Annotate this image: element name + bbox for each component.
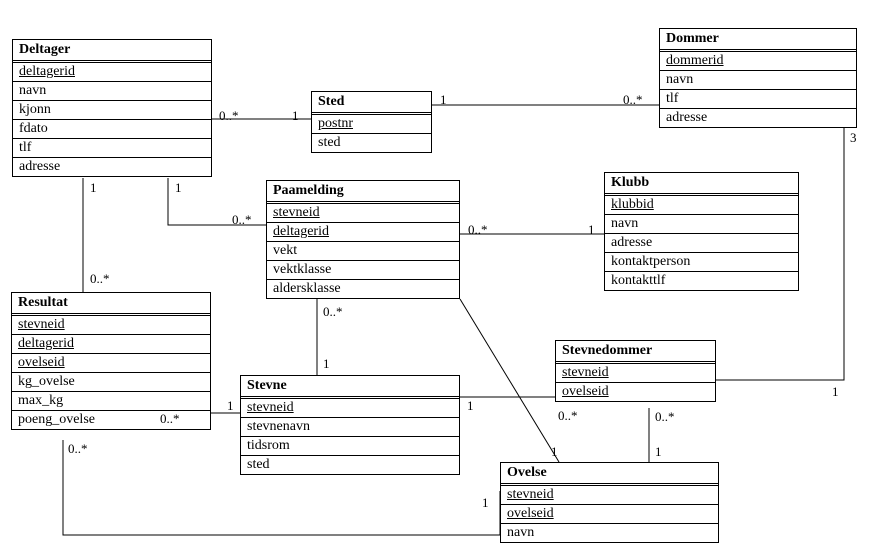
attr-row: sted [241, 455, 459, 474]
attr-row: kg_ovelse [12, 372, 210, 391]
attr-row: tlf [13, 138, 211, 157]
entity-sted: Sted postnr sted [311, 91, 432, 153]
entity-stevne: Stevne stevneid stevnenavn tidsrom sted [240, 375, 460, 475]
attr-row: adresse [13, 157, 211, 176]
attr-row: kjonn [13, 100, 211, 119]
attr-row: fdato [13, 119, 211, 138]
entity-title: Paamelding [267, 181, 459, 204]
attr-row: tidsrom [241, 436, 459, 455]
mult-label: 1 [323, 356, 330, 372]
mult-label: 0..* [90, 271, 110, 287]
entity-title: Ovelse [501, 463, 718, 486]
attr-row: kontakttlf [605, 271, 798, 290]
attr-row: adresse [660, 108, 856, 127]
attr-row: navn [13, 81, 211, 100]
mult-label: 1 [227, 398, 234, 414]
attr-row: max_kg [12, 391, 210, 410]
mult-label: 0..* [655, 409, 675, 425]
mult-label: 0..* [558, 408, 578, 424]
attr-row: ovelseid [556, 382, 715, 401]
er-diagram: { "entities": { "deltager": { "title": "… [0, 0, 881, 545]
mult-label: 0..* [468, 222, 488, 238]
attr-row: kontaktperson [605, 252, 798, 271]
entity-title: Stevne [241, 376, 459, 399]
attr-row: vektklasse [267, 260, 459, 279]
attr-row: navn [501, 523, 718, 542]
mult-label: 0..* [323, 304, 343, 320]
attr-row: deltagerid [13, 63, 211, 81]
mult-label: 1 [551, 444, 558, 460]
attr-row: deltagerid [12, 334, 210, 353]
attr-row: navn [660, 70, 856, 89]
mult-label: 1 [482, 495, 489, 511]
attr-row: postnr [312, 115, 431, 133]
entity-title: Resultat [12, 293, 210, 316]
attr-row: dommerid [660, 52, 856, 70]
attr-row: stevneid [501, 486, 718, 504]
attr-row: stevneid [12, 316, 210, 334]
attr-row: stevnenavn [241, 417, 459, 436]
attr-row: poeng_ovelse [12, 410, 210, 429]
entity-title: Sted [312, 92, 431, 115]
entity-title: Dommer [660, 29, 856, 52]
mult-label: 0..* [623, 92, 643, 108]
mult-label: 1 [440, 92, 447, 108]
attr-row: vekt [267, 241, 459, 260]
mult-label: 1 [90, 180, 97, 196]
mult-label: 1 [175, 180, 182, 196]
mult-label: 1 [588, 222, 595, 238]
mult-label: 3 [850, 130, 857, 146]
attr-row: adresse [605, 233, 798, 252]
attr-row: tlf [660, 89, 856, 108]
attr-row: ovelseid [501, 504, 718, 523]
attr-row: klubbid [605, 196, 798, 214]
mult-label: 0..* [219, 108, 239, 124]
entity-title: Stevnedommer [556, 341, 715, 364]
attr-row: navn [605, 214, 798, 233]
attr-row: aldersklasse [267, 279, 459, 298]
attr-row: stevneid [556, 364, 715, 382]
mult-label: 1 [655, 444, 662, 460]
mult-label: 0..* [232, 212, 252, 228]
mult-label: 1 [467, 398, 474, 414]
entity-stevnedommer: Stevnedommer stevneid ovelseid [555, 340, 716, 402]
entity-paamelding: Paamelding stevneid deltagerid vekt vekt… [266, 180, 460, 299]
mult-label: 1 [292, 108, 299, 124]
entity-title: Klubb [605, 173, 798, 196]
attr-row: sted [312, 133, 431, 152]
mult-label: 0..* [160, 411, 180, 427]
entity-deltager: Deltager deltagerid navn kjonn fdato tlf… [12, 39, 212, 177]
entity-klubb: Klubb klubbid navn adresse kontaktperson… [604, 172, 799, 291]
attr-row: stevneid [241, 399, 459, 417]
attr-row: ovelseid [12, 353, 210, 372]
mult-label: 0..* [68, 441, 88, 457]
attr-row: deltagerid [267, 222, 459, 241]
mult-label: 1 [832, 384, 839, 400]
entity-dommer: Dommer dommerid navn tlf adresse [659, 28, 857, 128]
attr-row: stevneid [267, 204, 459, 222]
entity-ovelse: Ovelse stevneid ovelseid navn [500, 462, 719, 543]
entity-title: Deltager [13, 40, 211, 63]
entity-resultat: Resultat stevneid deltagerid ovelseid kg… [11, 292, 211, 430]
